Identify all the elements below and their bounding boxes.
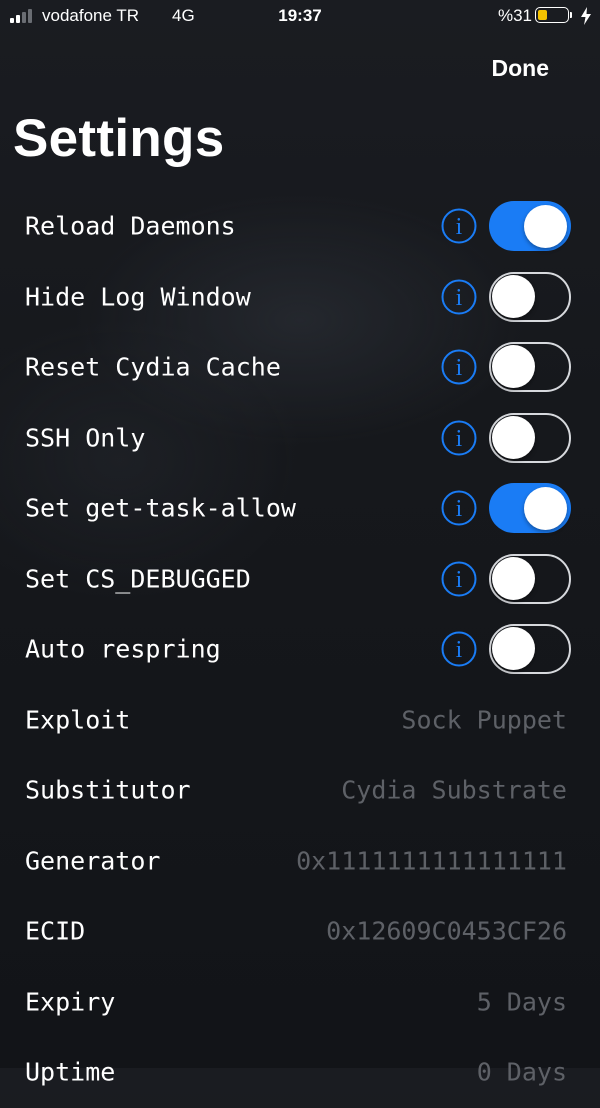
svg-text:i: i bbox=[456, 355, 463, 381]
toggle-row: SSH Only i bbox=[0, 403, 600, 474]
info-row-label: Uptime bbox=[25, 1057, 116, 1087]
info-row-label: Substitutor bbox=[25, 775, 191, 805]
toggle-switch[interactable] bbox=[489, 412, 571, 463]
info-icon[interactable]: i bbox=[441, 561, 477, 597]
info-row: Substitutor Cydia Substrate bbox=[0, 755, 600, 826]
battery-level-fill bbox=[538, 10, 547, 20]
toggle-label: Auto respring bbox=[25, 634, 221, 664]
battery-percentage: %31 bbox=[497, 6, 532, 25]
toggle-switch[interactable] bbox=[489, 624, 571, 675]
toggle-label: Set get-task-allow bbox=[25, 493, 296, 523]
info-row-value: 0 Days bbox=[476, 1057, 567, 1087]
info-row-label: Exploit bbox=[25, 705, 131, 735]
info-icon[interactable]: i bbox=[441, 490, 477, 526]
toggle-label: Hide Log Window bbox=[25, 282, 251, 312]
svg-text:i: i bbox=[456, 285, 463, 311]
toggle-switch[interactable] bbox=[489, 342, 571, 393]
status-bar: vodafone TR 4G 19:37 %31 bbox=[0, 0, 600, 34]
info-row: Exploit Sock Puppet bbox=[0, 685, 600, 756]
info-icon[interactable]: i bbox=[441, 631, 477, 667]
toggle-switch[interactable] bbox=[489, 553, 571, 604]
toggle-row: Hide Log Window i bbox=[0, 262, 600, 333]
info-row-label: Generator bbox=[25, 846, 161, 876]
toggle-row: Set get-task-allow i bbox=[0, 473, 600, 544]
toggle-knob bbox=[492, 274, 535, 318]
toggle-knob bbox=[492, 556, 535, 600]
toggle-knob bbox=[492, 415, 535, 459]
toggle-knob bbox=[492, 627, 535, 671]
toggle-knob bbox=[524, 486, 567, 530]
info-row-value: Cydia Substrate bbox=[341, 775, 567, 805]
info-icon[interactable]: i bbox=[441, 279, 477, 315]
toggle-label: Reset Cydia Cache bbox=[25, 352, 281, 382]
info-row: ECID 0x12609C0453CF26 bbox=[0, 896, 600, 967]
svg-text:i: i bbox=[456, 567, 463, 593]
info-icon[interactable]: i bbox=[441, 208, 477, 244]
info-row-label: Expiry bbox=[25, 987, 116, 1017]
toggle-row: Reset Cydia Cache i bbox=[0, 332, 600, 403]
info-icon[interactable]: i bbox=[441, 349, 477, 385]
battery-icon bbox=[535, 7, 573, 25]
svg-text:i: i bbox=[456, 496, 463, 522]
info-row: Uptime 0 Days bbox=[0, 1037, 600, 1108]
toggle-label: SSH Only bbox=[25, 423, 146, 453]
page-title: Settings bbox=[13, 109, 225, 168]
info-row-value: 0x1111111111111111 bbox=[296, 846, 567, 876]
info-row: Generator 0x1111111111111111 bbox=[0, 826, 600, 897]
toggle-label: Reload Daemons bbox=[25, 211, 236, 241]
info-row-value: 0x12609C0453CF26 bbox=[326, 916, 567, 946]
charging-bolt-icon bbox=[581, 7, 591, 25]
toggle-knob bbox=[524, 204, 567, 248]
info-row: Expiry 5 Days bbox=[0, 967, 600, 1038]
toggle-knob bbox=[492, 345, 535, 389]
done-button[interactable]: Done bbox=[492, 55, 550, 82]
svg-text:i: i bbox=[456, 426, 463, 452]
info-row-label: ECID bbox=[25, 916, 86, 946]
svg-text:i: i bbox=[456, 214, 463, 240]
info-row-value: Sock Puppet bbox=[401, 705, 567, 735]
info-icon[interactable]: i bbox=[441, 420, 477, 456]
toggle-switch[interactable] bbox=[489, 483, 571, 534]
toggle-switch[interactable] bbox=[489, 271, 571, 322]
toggle-label: Set CS_DEBUGGED bbox=[25, 564, 251, 594]
toggle-row: Reload Daemons i bbox=[0, 191, 600, 262]
settings-list: Reload Daemons i Hide Log Window i Reset Cyd… bbox=[0, 191, 600, 1108]
toggle-row: Set CS_DEBUGGED i bbox=[0, 544, 600, 615]
info-row-value: 5 Days bbox=[476, 987, 567, 1017]
toggle-switch[interactable] bbox=[489, 201, 571, 252]
svg-text:i: i bbox=[456, 637, 463, 663]
toggle-row: Auto respring i bbox=[0, 614, 600, 685]
